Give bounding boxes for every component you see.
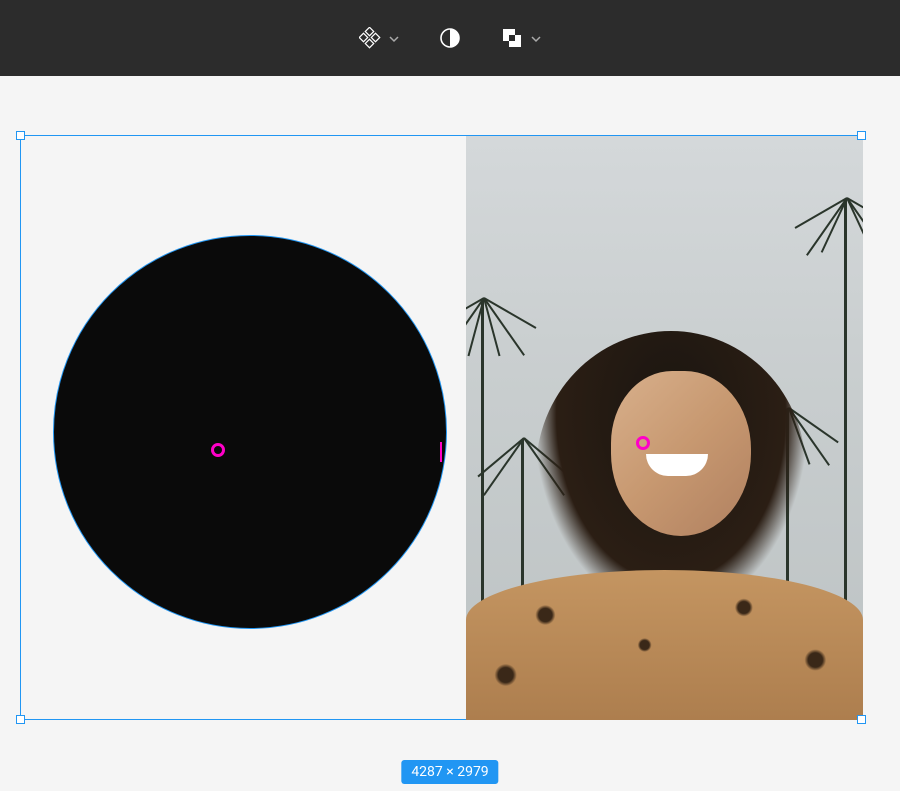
rotation-origin-marker[interactable] [636,436,650,450]
selection-handle-br[interactable] [857,715,866,724]
boolean-tool[interactable] [501,27,541,49]
context-toolbar [0,0,900,76]
selection-handle-tl[interactable] [16,131,25,140]
selection-handle-bl[interactable] [16,715,25,724]
selection-handle-tr[interactable] [857,131,866,140]
selection-dimensions-badge: 4287 × 2979 [401,760,498,784]
ellipse-object[interactable] [53,235,447,629]
chevron-down-icon [531,29,541,48]
canvas[interactable]: 4287 × 2979 [0,76,900,791]
image-object[interactable] [466,136,863,720]
boolean-icon [501,27,523,49]
mask-tool[interactable] [439,27,461,49]
rotation-origin-marker[interactable] [211,443,225,457]
photo-clothing [466,570,863,720]
components-tool[interactable] [359,27,399,49]
components-icon [359,27,381,49]
mask-icon [439,27,461,49]
selection-box[interactable] [20,135,862,720]
chevron-down-icon [389,29,399,48]
alignment-marker [440,442,442,462]
